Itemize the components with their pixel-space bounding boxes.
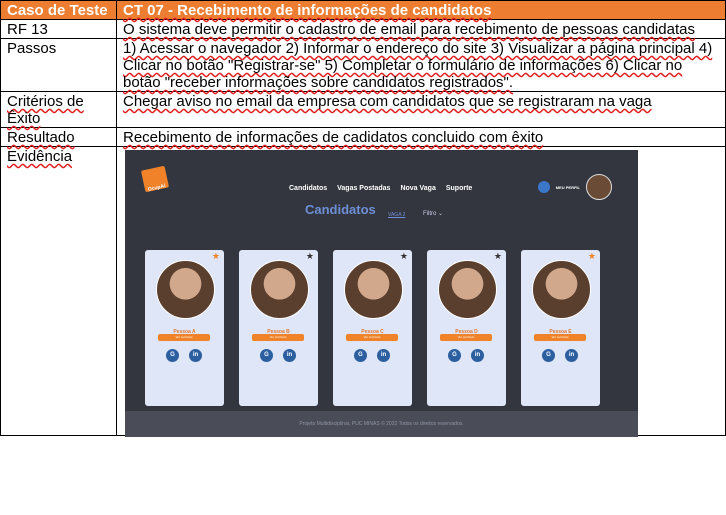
nav-vagas-postadas[interactable]: Vagas Postadas	[337, 180, 390, 197]
evidencia-label: Evidência	[0, 146, 117, 436]
evidencia-cell: OcupAí Candidatos Vagas Postadas Nova Va…	[116, 146, 726, 437]
star-icon[interactable]: ★	[400, 252, 408, 261]
star-icon[interactable]: ★	[588, 252, 596, 261]
social-links: Gin	[260, 349, 296, 362]
resume-button[interactable]: Ver currículo	[346, 334, 398, 341]
rf-text: O sistema deve permitir o cadastro de em…	[116, 19, 726, 39]
profile[interactable]: MEU PERFIL	[537, 174, 612, 200]
candidate-card: ★ Pessoa E Ver currículo Gin	[521, 250, 600, 406]
social-links: Gin	[448, 349, 484, 362]
app-nav: Candidatos Vagas Postadas Nova Vaga Supo…	[289, 180, 472, 197]
logo-text: OcupAí	[147, 183, 167, 193]
nav-candidatos[interactable]: Candidatos	[289, 180, 327, 197]
candidate-photo	[156, 260, 215, 319]
github-icon[interactable]: G	[354, 349, 367, 362]
page-title: Candidatos	[305, 202, 376, 217]
linkedin-icon[interactable]: in	[189, 349, 202, 362]
candidate-card: ★ Pessoa D Ver currículo Gin	[427, 250, 506, 406]
social-links: Gin	[542, 349, 578, 362]
nav-suporte[interactable]: Suporte	[446, 180, 472, 197]
vaga-link[interactable]: VAGA 2	[388, 207, 405, 224]
header-label: Caso de Teste	[0, 0, 117, 20]
resume-button[interactable]: Ver currículo	[158, 334, 210, 341]
linkedin-icon[interactable]: in	[471, 349, 484, 362]
notification-icon[interactable]	[537, 181, 550, 193]
candidate-photo	[344, 260, 403, 319]
candidate-card: ★ Pessoa B Ver currículo Gin	[239, 250, 318, 406]
filter-dropdown[interactable]: Filtro ⌄	[423, 206, 443, 223]
profile-label: MEU PERFIL	[555, 184, 580, 190]
star-icon[interactable]: ★	[494, 252, 502, 261]
candidate-photo	[532, 260, 591, 319]
candidate-photo	[250, 260, 309, 319]
evidence-screenshot: OcupAí Candidatos Vagas Postadas Nova Va…	[125, 150, 638, 437]
social-links: Gin	[166, 349, 202, 362]
criterios-label: Critérios de Êxito	[0, 91, 117, 128]
app-footer: Projeto Multidisciplinar, PUC MINAS © 20…	[125, 411, 638, 437]
resume-button[interactable]: Ver currículo	[440, 334, 492, 341]
linkedin-icon[interactable]: in	[283, 349, 296, 362]
criterios-row: Critérios de Êxito Chegar aviso no email…	[0, 91, 726, 128]
social-links: Gin	[354, 349, 390, 362]
resume-button[interactable]: Ver currículo	[252, 334, 304, 341]
resultado-row: Resultado Recebimento de informações de …	[0, 127, 726, 147]
star-icon[interactable]: ★	[212, 252, 220, 261]
avatar[interactable]	[586, 174, 612, 200]
candidate-cards: ★ Pessoa A Ver currículo Gin ★ Pessoa B …	[145, 250, 600, 406]
linkedin-icon[interactable]: in	[377, 349, 390, 362]
nav-nova-vaga[interactable]: Nova Vaga	[400, 180, 435, 197]
github-icon[interactable]: G	[448, 349, 461, 362]
candidate-card: ★ Pessoa C Ver currículo Gin	[333, 250, 412, 406]
linkedin-icon[interactable]: in	[565, 349, 578, 362]
rf-label: RF 13	[0, 19, 117, 39]
star-icon[interactable]: ★	[306, 252, 314, 261]
resultado-label: Resultado	[0, 127, 117, 147]
candidate-card: ★ Pessoa A Ver currículo Gin	[145, 250, 224, 406]
test-case-table: Caso de Teste CT 07 - Recebimento de inf…	[0, 0, 726, 437]
candidate-photo	[438, 260, 497, 319]
rf-row: RF 13 O sistema deve permitir o cadastro…	[0, 19, 726, 39]
passos-row: Passos 1) Acessar o navegador 2) Informa…	[0, 38, 726, 92]
header-title: CT 07 - Recebimento de informações de ca…	[116, 0, 726, 20]
resultado-text: Recebimento de informações de cadidatos …	[116, 127, 726, 147]
header-row: Caso de Teste CT 07 - Recebimento de inf…	[0, 0, 726, 20]
criterios-text: Chegar aviso no email da empresa com can…	[116, 91, 726, 128]
github-icon[interactable]: G	[260, 349, 273, 362]
evidencia-row: Evidência OcupAí Candidatos Vagas Postad…	[0, 146, 726, 437]
github-icon[interactable]: G	[166, 349, 179, 362]
passos-label: Passos	[0, 38, 117, 92]
github-icon[interactable]: G	[542, 349, 555, 362]
resume-button[interactable]: Ver currículo	[534, 334, 586, 341]
passos-text: 1) Acessar o navegador 2) Informar o end…	[116, 38, 726, 92]
